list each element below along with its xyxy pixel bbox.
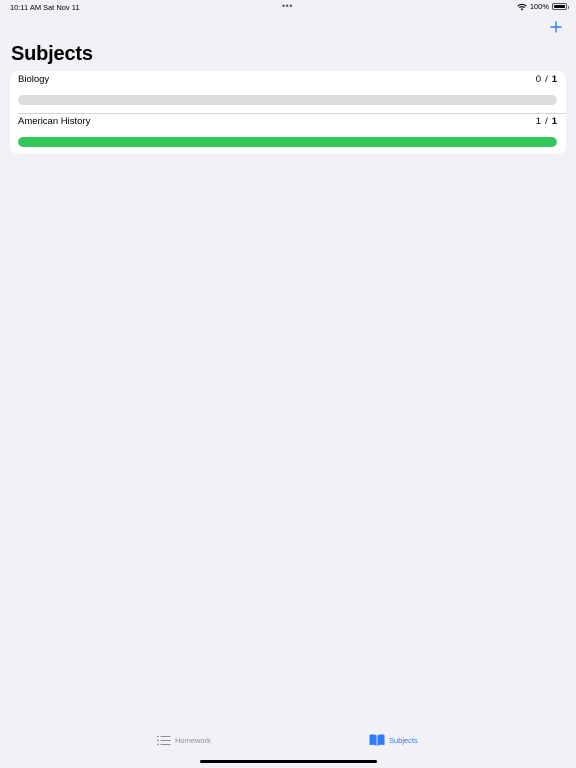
status-bar: 10:11 AM Sat Nov 11 ••• 100% bbox=[0, 0, 576, 14]
progress-fill bbox=[18, 136, 557, 147]
subject-row-biology[interactable]: Biology 0/1 bbox=[10, 71, 566, 113]
completed-count: 1 bbox=[535, 115, 542, 127]
multitasking-dots[interactable]: ••• bbox=[282, 2, 293, 11]
status-time: 10:11 AM bbox=[10, 3, 42, 12]
subject-progress-count: 1/1 bbox=[536, 116, 557, 127]
home-indicator[interactable] bbox=[200, 759, 377, 763]
progress-bar bbox=[18, 136, 557, 147]
list-icon bbox=[157, 735, 171, 746]
tab-label: Subjects bbox=[389, 735, 418, 745]
count-separator: / bbox=[545, 115, 548, 127]
plus-icon bbox=[548, 19, 564, 35]
tab-subjects[interactable]: Subjects bbox=[369, 728, 418, 752]
subject-name: Biology bbox=[18, 74, 50, 85]
total-count: 1 bbox=[551, 74, 557, 85]
subject-progress-count: 0/1 bbox=[536, 74, 557, 85]
battery-level bbox=[554, 5, 565, 8]
subject-name: American History bbox=[18, 115, 91, 127]
add-subject-button[interactable] bbox=[548, 19, 564, 35]
tab-homework[interactable]: Homework bbox=[157, 728, 211, 752]
battery-icon bbox=[552, 3, 569, 10]
status-indicators: 100% bbox=[517, 2, 569, 11]
page-title: Subjects bbox=[11, 43, 93, 65]
book-icon bbox=[369, 734, 385, 746]
status-date: Sat Nov 11 bbox=[43, 3, 80, 12]
total-count: 1 bbox=[551, 115, 557, 127]
subjects-list: Biology 0/1 American History 1/1 bbox=[10, 71, 566, 154]
battery-percentage: 100% bbox=[529, 2, 549, 11]
tab-label: Homework bbox=[175, 735, 211, 745]
completed-count: 0 bbox=[535, 74, 542, 85]
progress-bar bbox=[18, 95, 557, 105]
tab-bar: Homework Subjects bbox=[0, 728, 576, 768]
count-separator: / bbox=[545, 74, 548, 85]
subject-row-american-history[interactable]: American History 1/1 bbox=[10, 112, 566, 155]
wifi-icon bbox=[517, 3, 527, 11]
